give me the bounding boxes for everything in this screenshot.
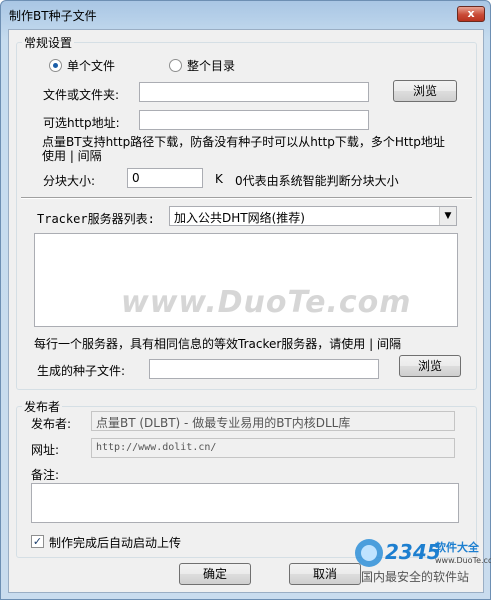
dropdown-arrow-icon[interactable]: ▼ bbox=[439, 207, 456, 225]
ok-button[interactable]: 确定 bbox=[179, 563, 251, 585]
output-label: 生成的种子文件: bbox=[37, 364, 126, 378]
single-file-radio[interactable] bbox=[49, 59, 62, 72]
single-file-label: 单个文件 bbox=[67, 59, 116, 73]
logo-sub: 软件大全 bbox=[435, 540, 480, 554]
auto-upload-checkbox[interactable]: ✓ bbox=[31, 535, 44, 548]
logo-url: www.DuoTe.com bbox=[435, 556, 491, 565]
whole-dir-label: 整个目录 bbox=[187, 59, 236, 73]
tracker-select[interactable]: 加入公共DHT网络(推荐) ▼ bbox=[169, 206, 457, 226]
http-label: 可选http地址: bbox=[43, 116, 120, 130]
file-input[interactable] bbox=[139, 82, 369, 102]
auto-upload-label: 制作完成后自动启动上传 bbox=[49, 536, 182, 550]
duote-watermark: www.DuoTe.com bbox=[121, 285, 412, 320]
publisher-name-input[interactable]: 点量BT (DLBT) - 做最专业易用的BT内核DLL库 bbox=[91, 411, 455, 431]
http-input[interactable] bbox=[139, 110, 369, 130]
whole-dir-radio[interactable] bbox=[169, 59, 182, 72]
file-label: 文件或文件夹: bbox=[43, 88, 120, 102]
block-hint: 0代表由系统智能判断分块大小 bbox=[235, 174, 399, 188]
tracker-hint: 每行一个服务器，具有相同信息的等效Tracker服务器，请使用 | 间隔 bbox=[34, 337, 401, 351]
output-input[interactable] bbox=[149, 359, 379, 379]
general-separator bbox=[21, 197, 472, 199]
close-button[interactable]: x bbox=[457, 6, 485, 22]
block-unit-label: K bbox=[215, 172, 223, 186]
site-logo-icon: 2345 软件大全 www.DuoTe.com 国内最安全的软件站 bbox=[355, 539, 491, 584]
block-size-input[interactable]: 0 bbox=[127, 168, 203, 188]
logo-caption: 国内最安全的软件站 bbox=[361, 569, 469, 584]
tracker-select-value: 加入公共DHT网络(推荐) bbox=[174, 211, 305, 225]
title-bar[interactable]: 制作BT种子文件 x bbox=[1, 1, 490, 29]
publisher-url-input[interactable]: http://www.dolit.cn/ bbox=[91, 438, 455, 458]
publisher-name-label: 发布者: bbox=[31, 417, 72, 431]
tracker-label: Tracker服务器列表: bbox=[37, 212, 155, 226]
note-label: 备注: bbox=[31, 468, 60, 482]
general-settings-label: 常规设置 bbox=[22, 34, 75, 51]
publisher-url-label: 网址: bbox=[31, 443, 60, 457]
block-size-label: 分块大小: bbox=[43, 174, 96, 188]
browse-output-button[interactable]: 浏览 bbox=[399, 355, 461, 377]
logo-number: 2345 bbox=[385, 540, 441, 564]
publisher-group-label: 发布者 bbox=[22, 398, 63, 415]
window-title: 制作BT种子文件 bbox=[9, 9, 97, 23]
browse-file-button[interactable]: 浏览 bbox=[393, 80, 457, 102]
dialog-window: 制作BT种子文件 x 常规设置 单个文件 整个目录 文件或文件夹: 浏览 可选h… bbox=[0, 0, 491, 600]
note-textarea[interactable] bbox=[31, 483, 459, 523]
http-hint: 点量BT支持http路径下载，防备没有种子时可以从http下载，多个Http地址… bbox=[42, 135, 445, 163]
